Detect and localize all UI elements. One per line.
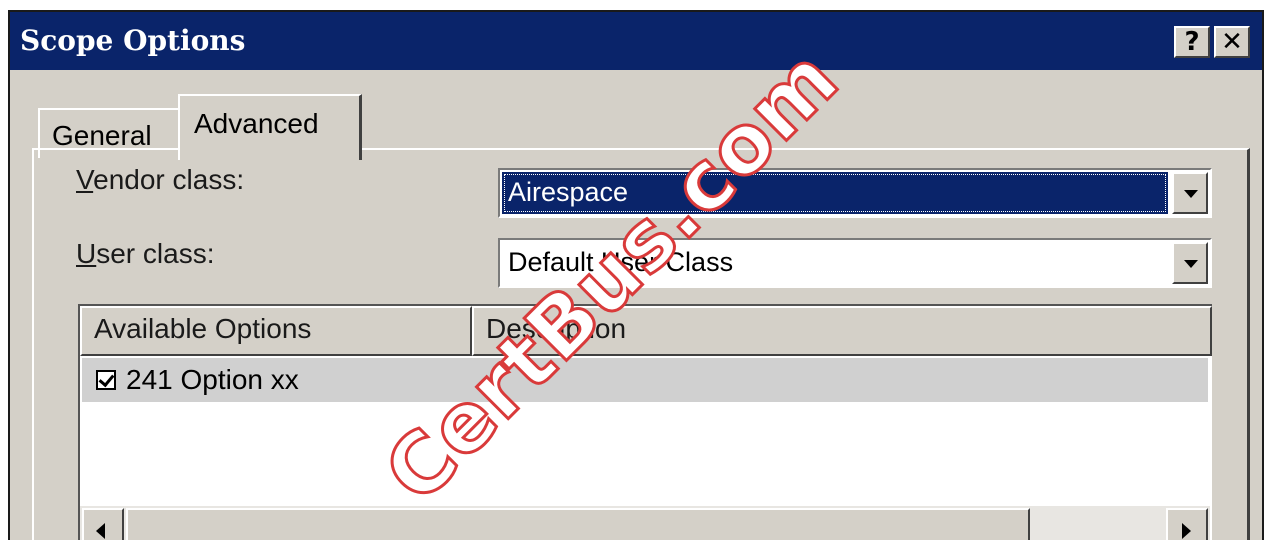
tab-advanced-label: Advanced	[194, 108, 319, 139]
user-class-dropdown-button[interactable]	[1172, 242, 1208, 284]
tab-advanced[interactable]: Advanced	[178, 94, 362, 160]
scope-options-dialog: Scope Options ? ✕ General Advanced Vendo…	[8, 10, 1264, 540]
vendor-class-dropdown-button[interactable]	[1172, 172, 1208, 214]
user-class-value: Default User Class	[502, 242, 1168, 284]
chevron-down-icon	[1184, 190, 1198, 198]
vendor-class-dropdown[interactable]: Airespace	[498, 168, 1212, 218]
chevron-down-icon	[1184, 260, 1198, 268]
vendor-class-accelerator: V	[76, 164, 94, 195]
dialog-title: Scope Options	[20, 24, 246, 57]
vendor-class-label-text: endor class:	[93, 164, 245, 195]
vendor-class-label: Vendor class:	[76, 164, 244, 196]
help-button[interactable]: ?	[1174, 26, 1210, 58]
user-class-label: User class:	[76, 238, 214, 270]
vendor-class-value: Airespace	[502, 172, 1168, 214]
close-button[interactable]: ✕	[1214, 26, 1250, 58]
tab-general-label: General	[52, 120, 152, 151]
user-class-accelerator: U	[76, 238, 97, 269]
title-bar[interactable]: Scope Options ? ✕	[10, 12, 1262, 70]
user-class-dropdown[interactable]: Default User Class	[498, 238, 1212, 288]
user-class-label-text: ser class:	[96, 238, 215, 269]
advanced-tab-panel: Vendor class: Airespace User class: Defa…	[32, 148, 1250, 540]
